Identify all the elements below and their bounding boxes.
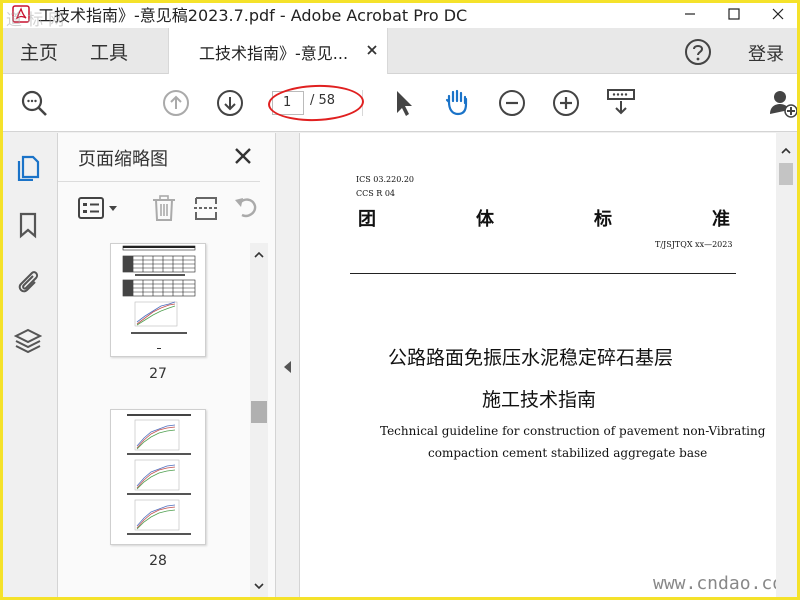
bookmarks-icon[interactable] bbox=[14, 211, 42, 239]
login-link[interactable]: 登录 bbox=[748, 40, 784, 66]
hand-tool-icon[interactable] bbox=[442, 87, 472, 117]
thumbnail-number-27: 27 bbox=[149, 366, 167, 382]
thumbnail-scrollbar[interactable] bbox=[250, 243, 268, 600]
doc-standard-char-1: 团 bbox=[358, 209, 376, 230]
extract-page-icon[interactable] bbox=[192, 195, 220, 221]
minimize-button[interactable] bbox=[668, 0, 712, 28]
doc-ccs: CCS R 04 bbox=[356, 189, 396, 198]
close-icon bbox=[235, 148, 251, 164]
page-thumbnails-icon[interactable] bbox=[14, 153, 42, 182]
site-watermark: www.cndao.com bbox=[653, 573, 794, 594]
doc-code: T/JSJTQX xx—2023 bbox=[655, 240, 733, 249]
doc-english-title-line-2: compaction cement stabilized aggregate b… bbox=[428, 446, 708, 460]
share-user-icon[interactable] bbox=[768, 88, 798, 118]
toolbar: 1 / 58 bbox=[0, 74, 800, 132]
page-thumbnails-panel: 页面缩略图 27 28 bbox=[58, 133, 276, 600]
tab-document[interactable]: 工技术指南》-意见... bbox=[168, 28, 388, 74]
doc-ics: ICS 03.220.20 bbox=[356, 175, 415, 184]
previous-page-icon[interactable] bbox=[161, 88, 191, 118]
doc-header-rule bbox=[350, 273, 736, 274]
document-scrollbar-thumb[interactable] bbox=[779, 163, 793, 185]
next-page-icon[interactable] bbox=[215, 88, 245, 118]
thumbnail-scrollbar-thumb[interactable] bbox=[251, 401, 267, 423]
tab-home[interactable]: 主页 bbox=[20, 38, 58, 65]
document-tab-label: 工技术指南》-意见... bbox=[199, 44, 349, 63]
select-cursor-icon[interactable] bbox=[388, 88, 418, 118]
maximize-icon bbox=[728, 8, 740, 20]
rotate-page-icon[interactable] bbox=[232, 195, 260, 221]
left-rail bbox=[0, 133, 58, 600]
page-thumbnail-27[interactable] bbox=[110, 243, 206, 357]
scroll-up-icon bbox=[781, 147, 791, 154]
scroll-up-icon bbox=[254, 251, 264, 258]
zoom-search-icon[interactable] bbox=[19, 88, 49, 118]
tab-tools[interactable]: 工具 bbox=[90, 38, 128, 65]
maximize-button[interactable] bbox=[712, 0, 756, 28]
page-thumbnail-28[interactable] bbox=[110, 409, 206, 545]
minimize-icon bbox=[685, 13, 695, 15]
doc-english-title-line-1: Technical guideline for construction of … bbox=[380, 424, 766, 438]
window-controls bbox=[668, 0, 800, 28]
close-icon bbox=[772, 8, 784, 20]
scroll-down-icon bbox=[254, 583, 264, 590]
help-icon[interactable] bbox=[684, 38, 712, 66]
tab-bar: 主页 工具 工技术指南》-意见... 登录 bbox=[0, 28, 800, 74]
close-window-button[interactable] bbox=[756, 0, 800, 28]
scroll-mode-icon[interactable] bbox=[606, 87, 636, 117]
doc-title-line-2: 施工技术指南 bbox=[482, 389, 597, 411]
layers-icon[interactable] bbox=[13, 327, 43, 355]
document-tab-close-button[interactable] bbox=[365, 42, 379, 56]
close-icon bbox=[367, 45, 377, 55]
doc-standard-char-2: 体 bbox=[476, 209, 494, 230]
doc-title-line-1: 公路路面免振压水泥稳定碎石基层 bbox=[388, 347, 674, 369]
document-view[interactable]: ICS 03.220.20 CCS R 04 团 体 标 准 T/JSJTQX … bbox=[300, 133, 794, 600]
title-bar: 工技术指南》-意见稿2023.7.pdf - Adobe Acrobat Pro… bbox=[0, 0, 800, 28]
collapse-left-icon[interactable] bbox=[284, 361, 291, 373]
attachments-icon[interactable] bbox=[14, 267, 42, 295]
delete-page-icon[interactable] bbox=[150, 195, 178, 221]
thumbnail-number-28: 28 bbox=[149, 553, 167, 569]
document-scrollbar[interactable] bbox=[776, 133, 796, 600]
window-title: 工技术指南》-意见稿2023.7.pdf - Adobe Acrobat Pro… bbox=[38, 6, 468, 25]
thumbnail-options-button[interactable] bbox=[78, 195, 120, 221]
panel-collapse-strip[interactable] bbox=[276, 133, 300, 600]
panel-divider bbox=[58, 181, 260, 182]
panel-close-button[interactable] bbox=[234, 147, 252, 165]
doc-standard-char-3: 标 bbox=[594, 209, 612, 230]
doc-standard-char-4: 准 bbox=[712, 209, 730, 230]
zoom-out-icon[interactable] bbox=[497, 88, 527, 118]
corner-watermark: 道 标 网 bbox=[6, 10, 65, 29]
zoom-in-icon[interactable] bbox=[551, 88, 581, 118]
panel-title: 页面缩略图 bbox=[78, 149, 168, 170]
